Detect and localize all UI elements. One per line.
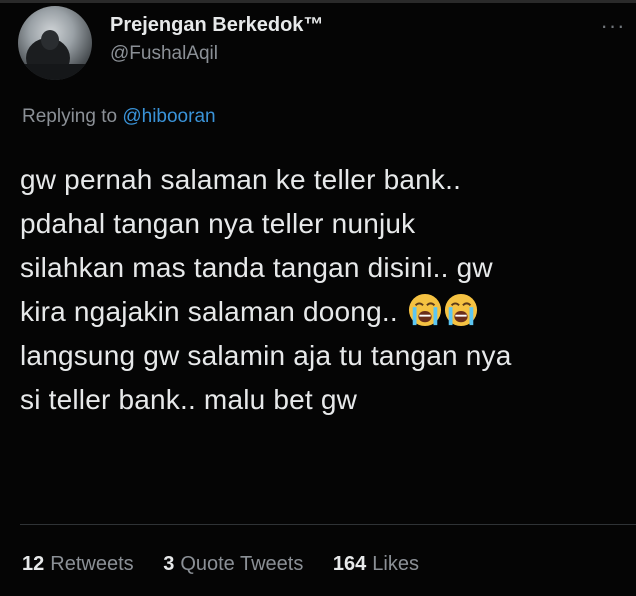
more-dots-icon[interactable]: ···	[596, 14, 630, 38]
tweet-text-line-with-emoji: kira ngajakin salaman doong..	[20, 290, 630, 334]
display-name[interactable]: Prejengan Berkedok™	[110, 14, 323, 37]
avatar-image	[18, 30, 92, 80]
quote-tweets-stat[interactable]: 3 Quote Tweets	[163, 553, 309, 575]
tweet-text-line: langsung gw salamin aja tu tangan nya	[20, 340, 512, 371]
avatar[interactable]	[18, 6, 92, 80]
retweets-count: 12	[22, 553, 45, 575]
tweet-text-line: si teller bank.. malu bet gw	[20, 384, 358, 415]
top-border	[0, 0, 636, 3]
tweet-stats: 12 Retweets 3 Quote Tweets 164 Likes	[22, 553, 443, 576]
divider	[20, 524, 636, 525]
likes-stat[interactable]: 164 Likes	[333, 553, 419, 575]
tweet-text-line: gw pernah salaman ke teller bank..	[20, 164, 462, 195]
retweets-label: Retweets	[50, 553, 134, 575]
likes-count: 164	[332, 553, 367, 575]
quotes-count: 3	[163, 553, 175, 575]
replying-prefix: Replying to	[22, 106, 118, 127]
tweet-text: gw pernah salaman ke teller bank.. pdaha…	[20, 158, 630, 422]
retweets-stat[interactable]: 12 Retweets	[22, 553, 139, 575]
crying-face-emoji	[444, 293, 477, 327]
quotes-label: Quote Tweets	[180, 553, 304, 575]
replying-to: Replying to @hibooran	[22, 106, 216, 128]
tweet-text-line: silahkan mas tanda tangan disini.. gw	[20, 252, 493, 283]
tweet-text-line: pdahal tangan nya teller nunjuk	[20, 208, 416, 239]
tweet-text-line: kira ngajakin salaman doong..	[20, 296, 398, 327]
reply-mention-link[interactable]: @hibooran	[122, 106, 215, 127]
crying-face-emoji	[408, 293, 441, 327]
likes-label: Likes	[372, 553, 419, 575]
tweet-card: Prejengan Berkedok™ @FushalAqil ··· Repl…	[0, 0, 636, 596]
user-handle[interactable]: @FushalAqil	[110, 43, 218, 65]
